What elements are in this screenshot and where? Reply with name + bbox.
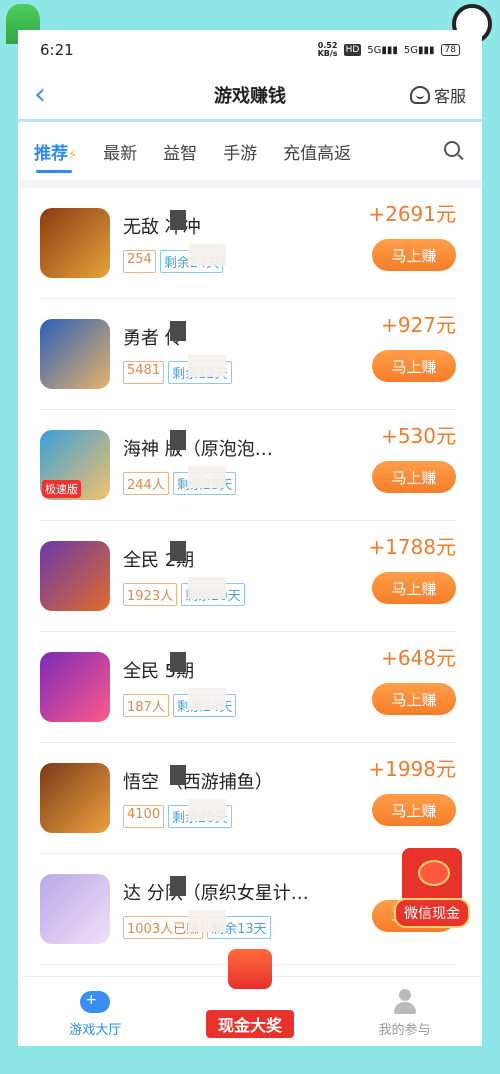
chevron-left-icon: ‹ <box>34 77 46 112</box>
nav-my-participation[interactable]: 我的参与 <box>327 977 482 1046</box>
game-name: 达 分队（原织女星计… <box>123 883 309 903</box>
earn-now-button[interactable]: 马上赚 <box>372 572 456 604</box>
redaction-mark <box>188 355 226 377</box>
reward-amount: +1788元 <box>368 535 456 559</box>
red-envelope-icon <box>402 848 462 904</box>
game-icon[interactable] <box>40 763 110 833</box>
user-icon <box>393 989 416 1015</box>
tab-recharge-rebate[interactable]: 充值高返 <box>283 139 351 164</box>
player-count-tag: 254 <box>123 250 156 273</box>
divider <box>18 180 482 188</box>
redaction-mark <box>170 876 186 896</box>
redaction-mark <box>170 430 186 450</box>
tab-latest[interactable]: 最新 <box>103 139 137 164</box>
status-indicators: 0.52 KB/s HD 5G▮▮▮ 5G▮▮▮ 78 <box>318 42 460 58</box>
game-list-item[interactable]: 无敌 冲冲 254 剩余24天 +2691元 马上赚 <box>40 188 456 299</box>
redaction-mark <box>188 577 226 599</box>
game-list-item[interactable]: 全民 2期 1923人 剩余20天 +1788元 马上赚 <box>40 521 456 632</box>
earn-now-button[interactable]: 马上赚 <box>372 350 456 382</box>
game-reward-area: +1788元 马上赚 <box>368 531 456 604</box>
game-name: 勇者 传 <box>123 328 183 348</box>
game-name: 无敌 冲冲 <box>123 217 201 237</box>
phone-screen: 6:21 0.52 KB/s HD 5G▮▮▮ 5G▮▮▮ 78 ‹ 游戏赚钱 … <box>18 30 482 1046</box>
customer-service-button[interactable]: 客服 <box>409 83 466 107</box>
redaction-mark <box>170 210 186 230</box>
earn-now-button[interactable]: 马上赚 <box>372 239 456 271</box>
reward-amount: +927元 <box>381 313 456 337</box>
player-count-tag: 5481 <box>123 361 165 384</box>
wechat-cash-label: 微信现金 <box>394 898 470 928</box>
bolt-icon: ⚡ <box>68 147 78 163</box>
earn-now-button[interactable]: 马上赚 <box>372 794 456 826</box>
nav-game-hall[interactable]: 游戏大厅 <box>18 977 173 1046</box>
status-bar: 6:21 0.52 KB/s HD 5G▮▮▮ 5G▮▮▮ 78 <box>18 30 482 70</box>
redaction-mark <box>170 541 186 561</box>
game-icon[interactable] <box>40 874 110 944</box>
hd-badge: HD <box>343 44 362 56</box>
gift-icon <box>228 949 272 989</box>
reward-amount: +1998元 <box>368 757 456 781</box>
redaction-mark <box>188 799 226 821</box>
player-count-tag: 187人 <box>123 694 169 717</box>
tab-puzzle[interactable]: 益智 <box>163 139 197 164</box>
search-icon[interactable] <box>444 141 460 157</box>
game-reward-area: +530元 马上赚 <box>372 420 456 493</box>
back-button[interactable]: ‹ <box>34 77 74 112</box>
redaction-mark <box>188 910 226 932</box>
reward-amount: +2691元 <box>368 202 456 226</box>
wechat-cash-float[interactable]: 微信现金 <box>394 848 470 928</box>
tab-recommended[interactable]: 推荐⚡ <box>34 139 78 173</box>
game-name: 海神 版（原泡泡… <box>123 439 273 459</box>
redaction-mark <box>170 652 186 672</box>
game-reward-area: +1998元 马上赚 <box>368 753 456 826</box>
game-name: 悟空 （西游捕鱼） <box>123 772 273 792</box>
player-count-tag: 244人 <box>123 472 169 495</box>
category-tabs: 推荐⚡ 最新 益智 手游 充值高返 <box>18 122 482 180</box>
game-name: 全民 5期 <box>123 661 195 681</box>
game-reward-area: +2691元 马上赚 <box>368 198 456 271</box>
earn-now-button[interactable]: 马上赚 <box>372 683 456 715</box>
reward-amount: +648元 <box>381 646 456 670</box>
redaction-mark <box>170 765 186 785</box>
game-list-item[interactable]: 悟空 （西游捕鱼） 4100 剩余20天 +1998元 马上赚 <box>40 743 456 854</box>
redaction-mark <box>188 466 226 488</box>
game-list-item[interactable]: 极速版 海神 版（原泡泡… 244人 剩余25天 +530元 马上赚 <box>40 410 456 521</box>
nav-bar: ‹ 游戏赚钱 客服 <box>18 70 482 122</box>
signal-icon: 5G▮▮▮ <box>367 44 398 56</box>
tab-mobile-games[interactable]: 手游 <box>223 139 257 164</box>
game-name: 全民 2期 <box>123 550 195 570</box>
reward-amount: +530元 <box>381 424 456 448</box>
game-icon[interactable] <box>40 208 110 278</box>
signal-icon-2: 5G▮▮▮ <box>403 44 435 56</box>
player-count-tag: 4100 <box>123 805 165 828</box>
redaction-mark <box>170 321 186 341</box>
status-time: 6:21 <box>40 41 74 59</box>
nav-cash-prize[interactable]: 现金大奖 <box>173 949 328 1046</box>
net-speed: 0.52 KB/s <box>317 41 338 58</box>
game-list-item[interactable]: 全民 5期 187人 剩余24天 +648元 马上赚 <box>40 632 456 743</box>
headset-icon <box>409 85 430 104</box>
game-icon-badge: 极速版 <box>42 480 81 498</box>
game-list-item[interactable]: 勇者 传 5481 剩余12天 +927元 马上赚 <box>40 299 456 410</box>
redaction-mark <box>188 688 226 710</box>
player-count-tag: 1923人 <box>123 583 178 606</box>
game-reward-area: +648元 马上赚 <box>372 642 456 715</box>
redaction-mark <box>188 244 226 266</box>
game-reward-area: +927元 马上赚 <box>372 309 456 382</box>
game-icon[interactable] <box>40 652 110 722</box>
earn-now-button[interactable]: 马上赚 <box>372 461 456 493</box>
battery-icon: 78 <box>440 44 460 56</box>
game-icon[interactable] <box>40 541 110 611</box>
game-icon[interactable] <box>40 319 110 389</box>
game-icon[interactable]: 极速版 <box>40 430 110 500</box>
gamepad-icon <box>80 991 111 1013</box>
bottom-nav: 游戏大厅 现金大奖 我的参与 <box>18 949 482 1046</box>
